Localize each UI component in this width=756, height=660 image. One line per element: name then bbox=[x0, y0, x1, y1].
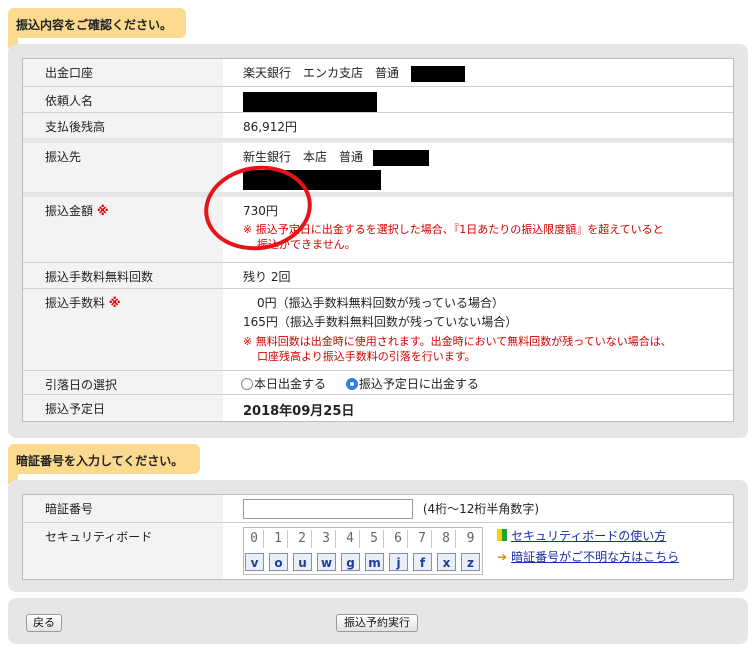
amount-required-mark: ※ bbox=[96, 204, 109, 218]
fee-label: 振込手数料 bbox=[45, 296, 106, 310]
security-board-digit: 2 bbox=[293, 530, 312, 548]
fee-line2: 165円（振込手数料無料回数が残っていない場合） bbox=[243, 315, 518, 329]
payee-account-redaction bbox=[372, 149, 429, 166]
security-board-digit: 6 bbox=[389, 530, 408, 548]
security-board-key-o[interactable]: o bbox=[269, 553, 288, 571]
free-count-value: 残り 2回 bbox=[243, 270, 291, 284]
debit-scheduled-label: 振込予定日に出金する bbox=[358, 377, 479, 391]
fee-note-line1: ※ 無料回数は出金時に使用されます。出金時において無料回数が残っていない場合は、 bbox=[243, 335, 672, 348]
row-amount: 振込金額 ※ 730円 ※ 振込予定日に出金するを選択した場合、『1日あたりの振… bbox=[23, 197, 733, 263]
security-board-digit: 9 bbox=[466, 531, 475, 546]
security-board-key-f[interactable]: f bbox=[413, 553, 432, 571]
free-count-label: 振込手数料無料回数 bbox=[23, 263, 223, 288]
security-board-key-x[interactable]: x bbox=[437, 553, 456, 571]
amount-note-line2: 振込ができません。 bbox=[257, 238, 356, 251]
balance-after-label: 支払後残高 bbox=[23, 113, 223, 138]
pin-hint: (4桁〜12桁半角数字) bbox=[422, 501, 540, 516]
beginner-mark-icon bbox=[497, 529, 507, 541]
amount-label: 振込金額 bbox=[45, 204, 94, 218]
pin-input[interactable] bbox=[243, 499, 413, 519]
security-board-key-m[interactable]: m bbox=[365, 553, 384, 571]
row-fee: 振込手数料 ※ 0円（振込手数料無料回数が残っている場合） 165円（振込手数料… bbox=[23, 289, 733, 371]
execute-transfer-button[interactable]: 振込予約実行 bbox=[336, 614, 418, 632]
security-board-label: セキュリティボード bbox=[23, 523, 223, 579]
fee-required-mark: ※ bbox=[108, 296, 121, 310]
row-scheduled-date: 振込予定日 2018年09月25日 bbox=[23, 395, 733, 421]
row-balance-after: 支払後残高 86,912円 bbox=[23, 113, 733, 143]
security-board-key-v[interactable]: v bbox=[245, 553, 264, 571]
fee-line1: 0円（振込手数料無料回数が残っている場合） bbox=[257, 296, 505, 310]
source-account-label: 出金口座 bbox=[23, 59, 223, 86]
scheduled-date-label: 振込予定日 bbox=[23, 395, 223, 421]
section-confirm-title: 振込内容をご確認ください。 bbox=[16, 18, 173, 32]
account-number-redaction bbox=[410, 65, 465, 82]
security-board-howto-link[interactable]: セキュリティボードの使い方 bbox=[511, 529, 666, 543]
payee-label: 振込先 bbox=[23, 143, 223, 192]
pin-table: 暗証番号 (4桁〜12桁半角数字) セキュリティボード 0123456789 v… bbox=[22, 494, 734, 580]
security-board-digit: 1 bbox=[269, 530, 288, 548]
security-board-digit: 4 bbox=[341, 530, 360, 548]
fee-note-line2: 口座残高より振込手数料の引落を行います。 bbox=[257, 350, 476, 363]
security-board-key-j[interactable]: j bbox=[389, 553, 408, 571]
security-board-digit: 0 bbox=[245, 530, 264, 548]
source-account-value: 楽天銀行 エンカ支店 普通 bbox=[243, 66, 400, 80]
requester-label: 依頼人名 bbox=[23, 87, 223, 112]
button-bar: 戻る 振込予約実行 bbox=[8, 598, 748, 644]
security-board-digit: 5 bbox=[365, 530, 384, 548]
section-confirm-tab: 振込内容をご確認ください。 bbox=[8, 8, 186, 48]
debit-scheduled-radio[interactable] bbox=[345, 378, 358, 390]
row-debit-date: 引落日の選択 本日出金する 振込予定日に出金する bbox=[23, 371, 733, 395]
debit-date-label: 引落日の選択 bbox=[23, 371, 223, 394]
row-pin: 暗証番号 (4桁〜12桁半角数字) bbox=[23, 495, 733, 523]
requester-name-redaction bbox=[243, 92, 377, 112]
payee-bank-value: 新生銀行 本店 普通 bbox=[243, 150, 364, 164]
row-free-count: 振込手数料無料回数 残り 2回 bbox=[23, 263, 733, 289]
security-board-digit: 8 bbox=[437, 530, 456, 548]
transfer-details-table: 出金口座 楽天銀行 エンカ支店 普通 依頼人名 支払後残高 86,912円 振込… bbox=[22, 58, 734, 422]
debit-today-radio[interactable] bbox=[241, 378, 253, 390]
security-board-key-w[interactable]: w bbox=[317, 553, 336, 571]
section-pin-title: 暗証番号を入力してください。 bbox=[16, 454, 184, 468]
debit-today-label: 本日出金する bbox=[254, 377, 327, 391]
back-button[interactable]: 戻る bbox=[26, 614, 62, 632]
security-board-key-u[interactable]: u bbox=[293, 553, 312, 571]
debit-scheduled-option[interactable]: 振込予定日に出金する bbox=[345, 377, 479, 391]
pin-label: 暗証番号 bbox=[23, 495, 223, 522]
row-payee: 振込先 新生銀行 本店 普通 bbox=[23, 143, 733, 197]
security-board-digit: 7 bbox=[413, 530, 432, 548]
row-requester: 依頼人名 bbox=[23, 87, 733, 113]
amount-value: 730円 bbox=[243, 204, 278, 218]
pin-forgot-link[interactable]: 暗証番号がご不明な方はこちら bbox=[511, 550, 679, 564]
scheduled-date-value: 2018年09月25日 bbox=[243, 404, 355, 419]
pin-panel: 暗証番号 (4桁〜12桁半角数字) セキュリティボード 0123456789 v… bbox=[8, 480, 748, 592]
debit-today-option[interactable]: 本日出金する bbox=[241, 377, 330, 391]
balance-after-value: 86,912円 bbox=[243, 120, 297, 134]
security-board-digit: 3 bbox=[317, 530, 336, 548]
row-source-account: 出金口座 楽天銀行 エンカ支店 普通 bbox=[23, 59, 733, 87]
security-board-key-z[interactable]: z bbox=[461, 553, 480, 571]
section-pin-tab: 暗証番号を入力してください。 bbox=[8, 444, 200, 484]
confirm-panel: 出金口座 楽天銀行 エンカ支店 普通 依頼人名 支払後残高 86,912円 振込… bbox=[8, 44, 748, 438]
security-board-key-g[interactable]: g bbox=[341, 553, 360, 571]
amount-note-line1: ※ 振込予定日に出金するを選択した場合、『1日あたりの振込限度額』を超えていると bbox=[243, 223, 664, 236]
row-security-board: セキュリティボード 0123456789 vouwgmjfxz セキュリティボー… bbox=[23, 523, 733, 579]
arrow-right-icon: ➔ bbox=[497, 550, 508, 564]
